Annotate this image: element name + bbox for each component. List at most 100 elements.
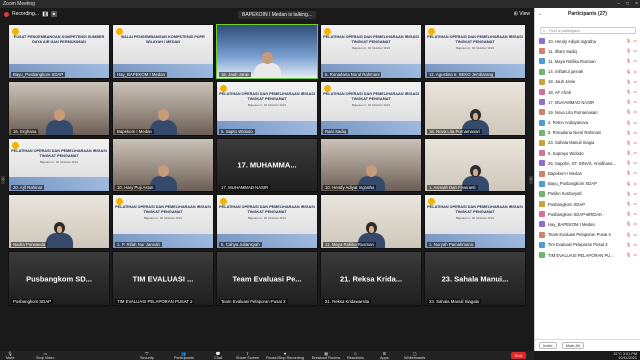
video-tile[interactable]: PELATIHAN OPERASI DAN PEMELIHARAAN IRIGA… [320,24,422,79]
meeting-area: Recording... ❚❚ ■ BAPEKOIN I Medan is ta… [0,8,534,351]
participant-name: Bayu_Pusbangkom SDAP [548,181,597,187]
slide-title: PELATIHAN OPERASI DAN PEMELIHARAAN IRIGA… [11,148,107,158]
view-button[interactable]: ⊞ View [514,11,530,17]
participant-row[interactable]: Tim Evaluasi Pelaporan Pusat 3 🎙 ▭ [539,240,637,250]
minimize-button[interactable]: – [617,0,620,8]
pause-recording-icon[interactable]: ❚❚ [41,11,49,17]
pupr-logo-icon [12,141,19,149]
avatar [539,211,545,218]
whiteboards-button[interactable]: ▢ Whiteboards [404,352,425,360]
participants-button[interactable]: 👥 Participants [174,352,194,360]
video-tile[interactable]: PELATIHAN OPERASI DAN PEMELIHARAAN IRIGA… [112,194,214,250]
reactions-button[interactable]: ☺ Reactions [347,352,364,360]
participant-row[interactable]: Pusbangkom SDAP-BRIDAK 🎙 ▭ [539,209,637,219]
previous-page-arrow[interactable]: ‹ [1,176,5,184]
mute-button[interactable]: 🎙 Mute [6,352,14,360]
video-tile[interactable]: 16. Jauh Janie [216,24,318,79]
video-tile[interactable]: PELATIHAN OPERASI DAN PEMELIHARAAN IRIGA… [424,24,526,79]
tile-name-label: TIM EVALUASI PELAPORAN PUSAT 2 [115,298,195,304]
mute-all-button[interactable]: Mute All [561,342,584,349]
tile-name-label: 10. Hendy Adiyat Ingratha [323,185,377,191]
avatar [539,99,545,106]
slide-title: PELATIHAN OPERASI DAN PEMELIHARAAN IRIGA… [323,35,419,44]
video-tile[interactable]: PELATIHAN OPERASI DAN PEMELIHARAAN IRIGA… [424,194,526,250]
participant-row[interactable]: 18. AF Afrah 🎙 ▭ [539,87,637,97]
participant-status: 🎙 ▭ [626,69,637,74]
participant-row[interactable]: 11. Maya Rafiika Rusman 🎙 ▭ [539,56,637,66]
participant-status: 🎙 ▭ [626,221,637,226]
tile-name-label: 12. Agustina Ir. SEKO Jembarang [427,71,496,77]
participant-name: 26. Sapdrin, ST. BINVS. Amidhana... [548,160,616,166]
video-tile[interactable]: PELATIHAN OPERASI DAN PEMELIHARAAN IRIGA… [216,194,318,250]
participant-row[interactable]: Bayu_Pusbangkom SDAP 🎙 ▭ [539,179,637,189]
video-tile[interactable]: 16. Erghana [8,80,110,136]
participant-row[interactable]: TIM EVALUASI PELAPORAN PU... 🎙 ▭ [539,250,637,260]
chat-button[interactable]: 💬 Chat [214,352,222,360]
participant-row[interactable]: Pasikri Kusharyatl 🎙 ▭ [539,189,637,199]
tile-name-label: 1. Asmiah Dan Friwiranti [427,185,478,191]
video-off-icon: ▭ [633,58,637,64]
video-tile[interactable]: Team Evaluasi Pe... Team Evaluasi Pelapor… [216,251,318,306]
invite-button[interactable]: Invite [539,342,557,349]
video-tile[interactable]: 11. Maya Rafiika Rusman [320,194,422,250]
participant-row[interactable]: 16. Jauh Janie 🎙 ▭ [539,77,637,87]
stop-recording-icon[interactable]: ■ [50,11,57,17]
share-screen-button[interactable]: ⬆ Share Screen [236,352,259,360]
security-button[interactable]: ⛉ Security [140,352,154,360]
video-tile[interactable]: 23. Sahala Manui... 23. Sahala Manuli Sia… [424,251,526,306]
video-tile[interactable]: 16. Nova Lita Purnamasari [424,80,526,136]
video-tile[interactable]: 10. Hendy Adiyat Ingratha [320,137,422,193]
participant-row[interactable]: 10. Hendy Adiyat ingratha 🎙 ▭ [539,36,637,46]
participant-row[interactable]: 5. Saprayo Widodo 🎙 ▭ [539,148,637,158]
video-tile[interactable]: Pusbangkom SD... Pusbangkom SDAP [8,251,110,306]
tile-name-label: Bayu_Pusbangkom SDAP [11,71,66,77]
participant-search-input[interactable]: ⌕ Find a participant [540,27,636,34]
stop-video-button[interactable]: ▭ Stop Video [36,352,55,360]
participant-row[interactable]: Hay_BAPEKOM I Medan 🎙 ▭ [539,219,637,229]
muted-mic-icon: 🎙 [626,99,632,105]
video-tile[interactable]: PUSAT PENGEMBANGAN KOMPETENSI SUMBER DAY… [8,24,110,79]
avatar [539,201,545,208]
video-tile[interactable]: PELATIHAN OPERASI DAN PEMELIHARAAN IRIGA… [8,137,110,193]
participant-row[interactable]: 17. MUHAMMAD NASIR 🎙 ▭ [539,97,637,107]
slide-title: PELATIHAN OPERASI DAN PEMELIHARAAN IRIGA… [115,205,211,215]
next-page-arrow[interactable]: › [529,176,533,184]
title-bar: Zoom Meeting – □ × [0,0,640,8]
video-tile[interactable]: 21. Reksa Krida... 21. Reksa Kridawarsita [320,251,422,306]
participant-row[interactable]: 23. Sahala Manuli Siagia 🎙 ▭ [539,138,637,148]
participant-row[interactable]: 5. Ronadana Nurul Rahmani 🎙 ▭ [539,128,637,138]
participant-row[interactable]: 2. Retno Andayanova 🎙 ▭ [539,118,637,128]
close-button[interactable]: × [635,0,638,8]
video-tile[interactable]: TIM EVALUASI ... TIM EVALUASI PELAPORAN P… [112,251,214,306]
video-off-icon: ▭ [633,78,637,84]
participant-name: 16. Jauh Janie [548,79,576,85]
slide-subtitle: Bapekom I, 30 Oktober 2021 [247,102,287,107]
pause-stop-recording-button[interactable]: ⏺ Pause/Stop Recording [266,352,304,360]
participant-row[interactable]: 26. Sapdrin, ST. BINVS. Amidhana... 🎙 ▭ [539,158,637,168]
participant-row[interactable]: Bapekom I Medan 🎙 ▭ [539,168,637,178]
participant-row[interactable]: 19. Nova Lita Purnamasari 🎙 ▭ [539,107,637,117]
participant-row[interactable]: 11. Ilham Sadiq 🎙 ▭ [539,46,637,56]
end-meeting-button[interactable]: End [510,352,526,359]
apps-button[interactable]: ⊞ Apps [380,352,389,360]
video-tile[interactable]: BALAI PENGEMBANGAN KOMPETENSI PUPR WILAY… [112,24,214,79]
breakout-rooms-button[interactable]: ▦ Breakout Rooms [312,352,340,360]
video-tile[interactable]: PELATIHAN OPERASI DAN PEMELIHARAAN IRIGA… [216,80,318,136]
video-tile[interactable]: 10. Hary Puji Astuti [112,137,214,193]
muted-mic-icon: 🎙 [626,109,632,115]
participant-row[interactable]: Team Evaluasi Pelaporan Pusat 2 🎙 ▭ [539,230,637,240]
video-tile[interactable]: Nadra Purwaeda [8,194,110,250]
video-tile[interactable]: Bapekom I Medan [112,80,214,136]
participant-name: 17. MUHAMMAD NASIR [548,99,595,105]
muted-mic-icon: 🎙 [626,201,632,206]
video-tile[interactable]: 1. Asmiah Dan Friwiranti [424,137,526,193]
video-tile[interactable]: PELATIHAN OPERASI DAN PEMELIHARAAN IRIGA… [320,80,422,136]
video-tile[interactable]: 17. MUHAMMA... 17. MUHAMMAD NASIR [216,137,318,193]
pupr-logo-icon [116,28,123,35]
participant-row[interactable]: Pusbangkom SDAP 🎙 ▭ [539,199,637,209]
breakout-rooms-label: Breakout Rooms [312,356,341,360]
tile-name-label: 16. Erghana [11,128,39,134]
maximize-button[interactable]: □ [626,0,629,8]
video-off-icon: ▭ [633,190,637,196]
participant-row[interactable]: 14. miftahul jannah 🎙 ▭ [539,67,637,77]
